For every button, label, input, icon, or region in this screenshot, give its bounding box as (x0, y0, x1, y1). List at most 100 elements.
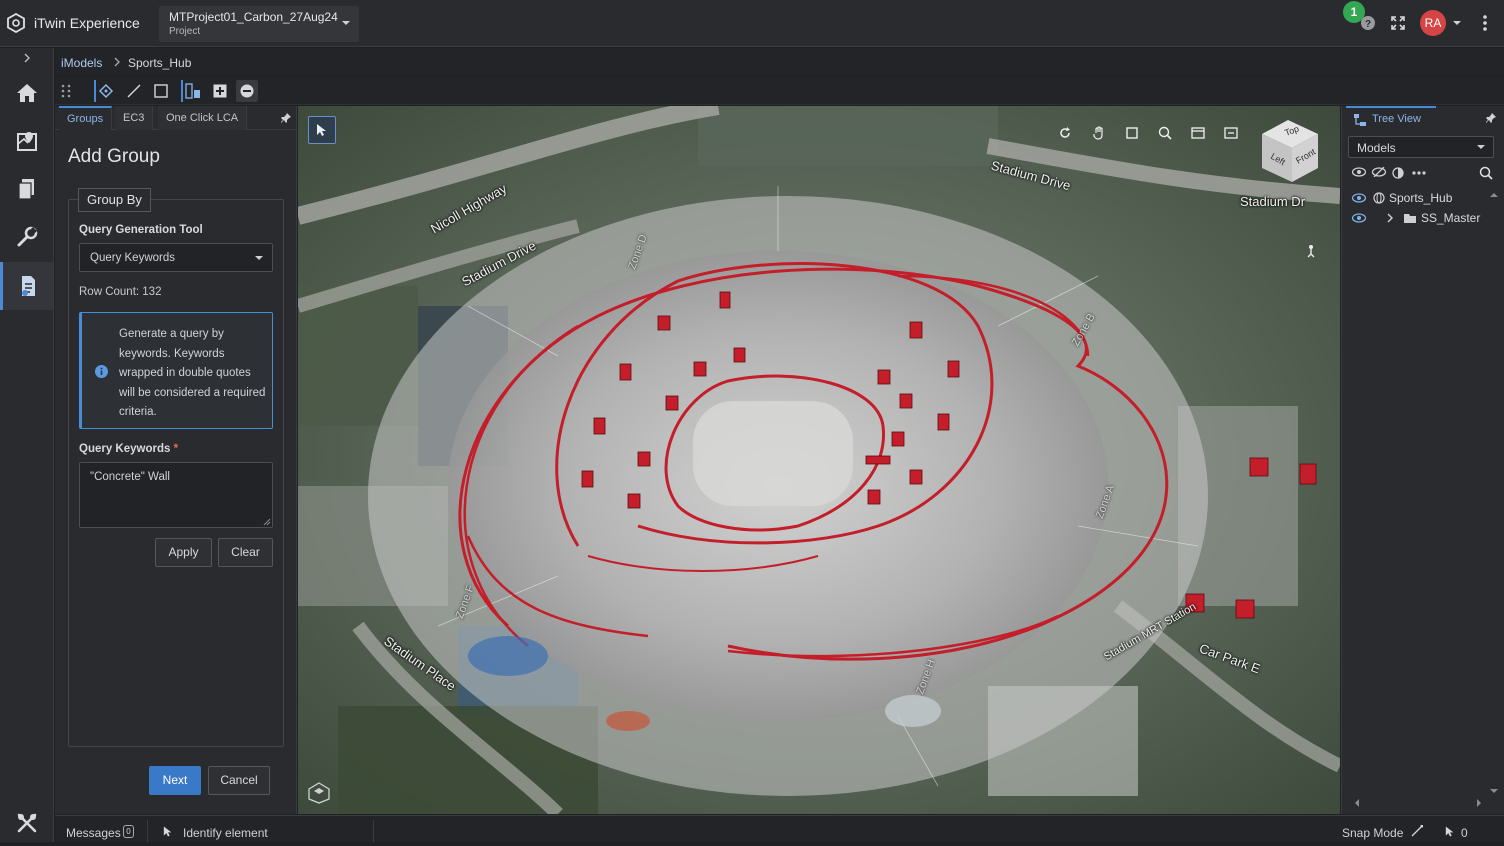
breadcrumb: iModels Sports_Hub (55, 48, 1504, 76)
itwin-logo-icon[interactable] (7, 13, 25, 33)
caret-down-icon (1477, 145, 1485, 150)
snap-icon[interactable] (1411, 825, 1423, 837)
nav-carbon-calculation[interactable] (0, 262, 53, 310)
tool-prompt: Identify element (183, 826, 268, 840)
globe-icon (1373, 192, 1385, 204)
hide-all-icon[interactable] (1372, 167, 1386, 177)
fit-view-icon[interactable] (1123, 124, 1141, 142)
tree-icon (1354, 114, 1366, 126)
svg-text:?: ? (1365, 19, 1371, 30)
tab-tree-view[interactable]: Tree View (1346, 106, 1436, 130)
caret-down-icon (342, 20, 350, 26)
clear-button[interactable]: Clear (218, 538, 273, 567)
carbon-calculation-icon (18, 274, 38, 298)
add-element-icon[interactable] (209, 80, 231, 102)
caret-down-icon (255, 256, 263, 261)
measure-line-icon[interactable] (123, 80, 145, 102)
chevron-right-icon (23, 53, 31, 63)
document-icon (17, 178, 36, 200)
chevron-right-icon[interactable] (1386, 213, 1394, 223)
pin-icon[interactable] (280, 112, 292, 124)
query-keywords-value: "Concrete" Wall (90, 471, 170, 483)
models-select-value: Models (1357, 141, 1396, 155)
pin-icon[interactable] (1485, 112, 1497, 124)
tab-groups[interactable]: Groups (59, 106, 113, 130)
tree-node-root[interactable]: Sports_Hub (1342, 188, 1502, 208)
visibility-eye-icon[interactable] (1352, 193, 1366, 203)
fullscreen-icon[interactable] (1390, 15, 1406, 31)
apply-button[interactable]: Apply (155, 538, 212, 567)
more-options-icon[interactable] (1482, 14, 1488, 32)
show-all-icon[interactable] (1352, 167, 1366, 177)
home-icon (16, 83, 38, 103)
query-keywords-input[interactable]: "Concrete" Wall (79, 462, 273, 528)
tools-icon (16, 812, 38, 834)
measure-toolbar (55, 77, 1504, 105)
cursor-icon (316, 123, 328, 137)
nav-home[interactable] (0, 70, 53, 116)
expand-nav-button[interactable] (0, 48, 53, 68)
zoom-window-icon[interactable] (1156, 124, 1174, 142)
folder-icon (1404, 213, 1416, 223)
messages-count: 0 (123, 825, 134, 838)
group-by-legend: Group By (78, 188, 151, 212)
section-tool-icon[interactable] (181, 80, 203, 102)
rotate-view-icon[interactable] (1056, 124, 1074, 142)
tree-node-child[interactable]: SS_Master (1342, 208, 1502, 228)
scroll-left-icon[interactable] (1354, 799, 1360, 807)
messages-button[interactable]: Messages (66, 826, 121, 840)
nav-documents[interactable] (0, 166, 53, 212)
row-count: Row Count: 132 (79, 286, 162, 298)
page-title: Add Group (68, 146, 160, 167)
user-avatar[interactable]: RA (1420, 10, 1446, 36)
scroll-up-icon[interactable] (1490, 192, 1498, 198)
query-tool-label: Query Generation Tool (79, 224, 203, 236)
caret-down-icon[interactable] (1453, 20, 1461, 26)
info-text: Generate a query by keywords. Keywords w… (119, 328, 266, 418)
window-area-icon[interactable] (1189, 124, 1207, 142)
status-bar: Messages 0 Identify element Snap Mode 0 (55, 815, 1504, 842)
snap-mode-button[interactable]: Snap Mode (1342, 826, 1403, 840)
nav-settings-tools[interactable] (0, 800, 53, 846)
notification-badge[interactable]: 1 (1343, 1, 1365, 23)
drag-handle-icon[interactable] (55, 80, 77, 102)
tree-node-label: SS_Master (1421, 211, 1481, 225)
breadcrumb-current: Sports_Hub (128, 56, 192, 70)
required-mark: * (173, 443, 179, 455)
view-undo-icon[interactable] (1222, 124, 1240, 142)
project-picker[interactable]: MTProject01_Carbon_27Aug24 Project (159, 6, 359, 42)
more-options-icon[interactable] (1412, 171, 1426, 175)
query-tool-select[interactable]: Query Keywords (79, 243, 273, 272)
project-name: MTProject01_Carbon_27Aug24 (169, 10, 338, 24)
select-tool-button[interactable] (308, 116, 336, 144)
next-button[interactable]: Next (149, 766, 201, 795)
tab-ec3[interactable]: EC3 (115, 106, 154, 130)
clear-measurements-icon[interactable] (236, 80, 258, 102)
view-cube[interactable]: Top Left Front (1252, 116, 1326, 186)
walk-icon[interactable] (1304, 244, 1318, 258)
panel-tabs: Groups EC3 One Click LCA (55, 106, 297, 130)
selection-count: 0 (1461, 826, 1468, 840)
models-select[interactable]: Models (1348, 136, 1494, 158)
measure-area-icon[interactable] (150, 80, 172, 102)
scroll-right-icon[interactable] (1476, 799, 1482, 807)
nav-tools[interactable] (0, 214, 53, 260)
3d-viewport[interactable]: Stadium Drive Nicoll Highway Stadium Dri… (298, 106, 1340, 814)
resize-grip-icon[interactable] (263, 518, 271, 526)
breadcrumb-imodels-link[interactable]: iModels (61, 56, 102, 70)
scroll-down-icon[interactable] (1490, 788, 1498, 794)
map-label: Stadium Dr (1240, 194, 1306, 209)
pan-view-icon[interactable] (1090, 124, 1108, 142)
query-keywords-label: Query Keywords * (79, 443, 178, 455)
search-icon[interactable] (1479, 166, 1493, 180)
tab-one-click-lca[interactable]: One Click LCA (158, 106, 248, 130)
orientation-icon[interactable] (308, 782, 330, 804)
app-header: iTwin Experience MTProject01_Carbon_27Au… (0, 0, 1504, 47)
project-type: Project (169, 26, 201, 37)
visibility-eye-icon[interactable] (1352, 213, 1366, 223)
nav-map[interactable] (0, 118, 53, 164)
left-navigation (0, 48, 54, 842)
invert-visibility-icon[interactable] (1392, 167, 1404, 179)
cancel-button[interactable]: Cancel (208, 766, 270, 795)
measure-distance-icon[interactable] (94, 80, 116, 102)
